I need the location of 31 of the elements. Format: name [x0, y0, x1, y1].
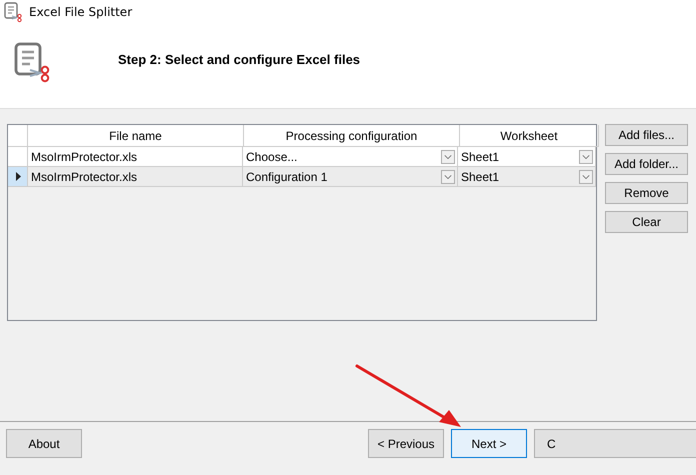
dropdown-value: Sheet1: [461, 170, 500, 184]
side-button[interactable]: Add folder...: [605, 153, 688, 175]
nav-button[interactable]: < Previous: [368, 429, 444, 458]
side-button[interactable]: Clear: [605, 211, 688, 233]
dropdown-button[interactable]: [579, 150, 593, 164]
side-button[interactable]: Add files...: [605, 124, 688, 146]
dropdown-button[interactable]: [441, 170, 455, 184]
nav-button[interactable]: C: [534, 429, 696, 458]
about-button[interactable]: About: [6, 429, 82, 458]
configuration-dropdown[interactable]: Configuration 1: [243, 167, 458, 187]
dropdown-button[interactable]: [579, 170, 593, 184]
dropdown-value: Sheet1: [461, 150, 500, 164]
window-title: Excel File Splitter: [29, 5, 132, 19]
chevron-down-icon: [581, 172, 591, 180]
table-cell: MsoIrmProtector.xls: [28, 147, 243, 167]
nav-button[interactable]: Next >: [451, 429, 527, 458]
configuration-dropdown[interactable]: Choose...: [243, 147, 458, 167]
chevron-down-icon: [581, 152, 591, 160]
dropdown-value: Configuration 1: [246, 170, 328, 184]
step-title: Step 2: Select and configure Excel files: [118, 52, 360, 66]
current-row-icon: [14, 172, 20, 181]
worksheet-dropdown[interactable]: Sheet1: [458, 147, 596, 167]
table-cell: MsoIrmProtector.xls: [28, 167, 243, 187]
row-header-cell[interactable]: [8, 167, 28, 187]
chevron-down-icon: [443, 172, 453, 180]
chevron-down-icon: [443, 152, 453, 160]
row-header-cell[interactable]: [8, 147, 28, 167]
worksheet-dropdown[interactable]: Sheet1: [458, 167, 596, 187]
dropdown-button[interactable]: [441, 150, 455, 164]
dropdown-value: Choose...: [246, 150, 298, 164]
side-button[interactable]: Remove: [605, 182, 688, 204]
